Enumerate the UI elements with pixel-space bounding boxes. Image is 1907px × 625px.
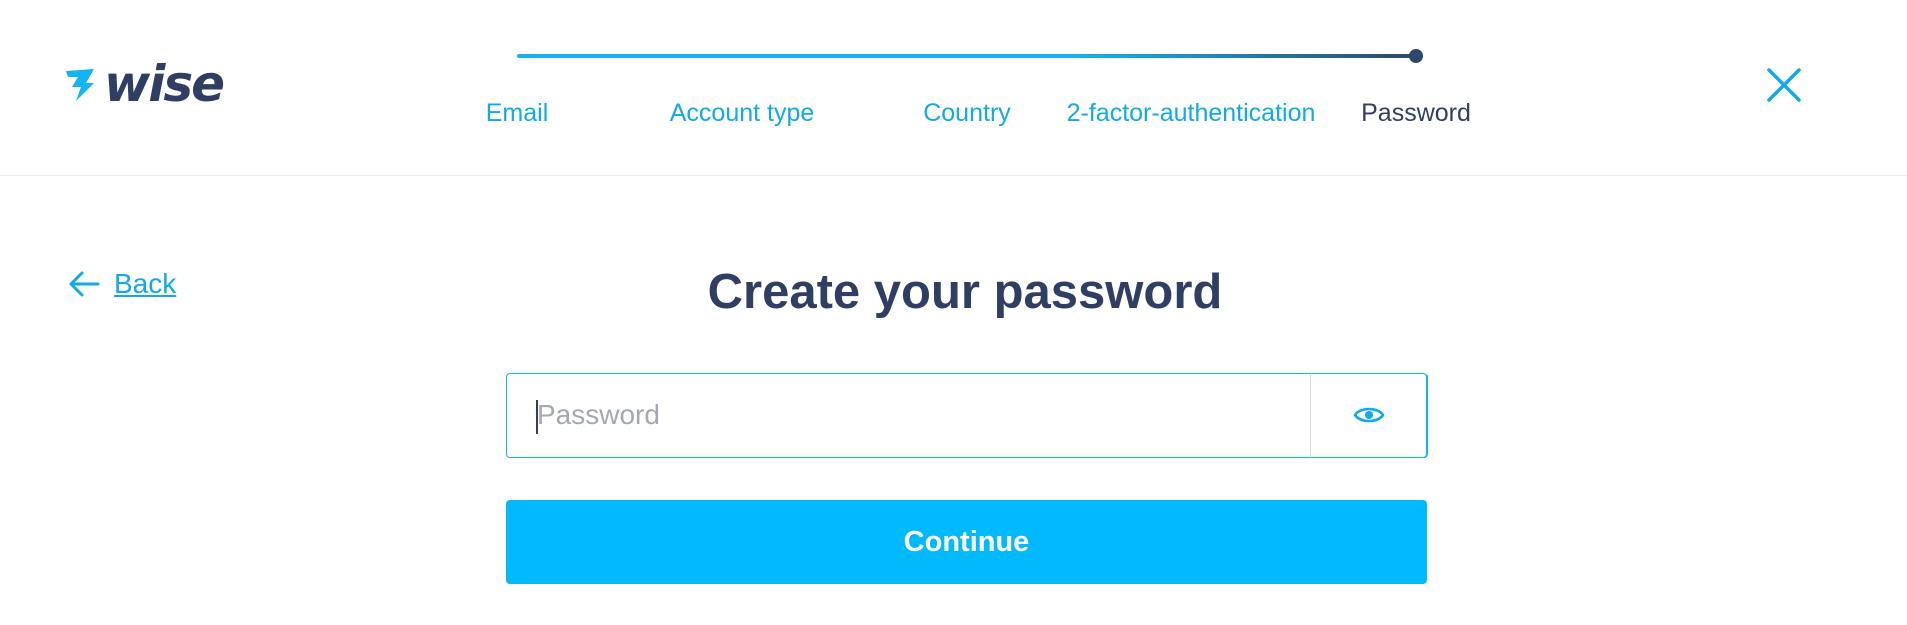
show-password-toggle[interactable] [1309, 372, 1428, 458]
wise-logo[interactable]: wise [64, 55, 232, 113]
wise-logo-text: wise [104, 55, 225, 113]
password-field[interactable] [506, 372, 1428, 458]
header: wise Email Account type Country 2-factor… [0, 0, 1907, 176]
password-input[interactable] [535, 374, 1315, 456]
page-title: Create your password [707, 265, 1223, 319]
close-icon[interactable] [1766, 67, 1802, 103]
continue-button[interactable]: Continue [506, 500, 1427, 584]
step-account-type[interactable]: Account type [670, 98, 815, 128]
step-2-factor-authentication[interactable]: 2-factor-authentication [1067, 98, 1316, 128]
step-email[interactable]: Email [486, 98, 549, 128]
stepper-progress-bar [517, 54, 1415, 58]
stepper-current-dot [1409, 49, 1423, 63]
step-country[interactable]: Country [923, 98, 1011, 128]
text-caret [536, 400, 538, 434]
eye-icon [1353, 407, 1384, 423]
step-password: Password [1361, 99, 1471, 127]
wise-flag-icon [66, 69, 94, 101]
